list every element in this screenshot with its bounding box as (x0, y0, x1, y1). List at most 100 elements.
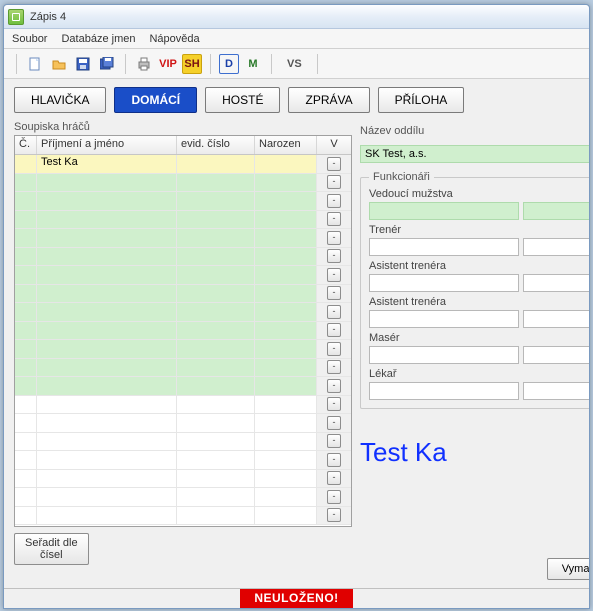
tab-away[interactable]: HOSTÉ (205, 87, 280, 113)
official-row: V (369, 238, 589, 256)
official-name-input[interactable] (369, 274, 519, 292)
table-row[interactable]: Test Ka- (15, 155, 351, 174)
tab-row: HLAVIČKA DOMÁCÍ HOSTÉ ZPRÁVA PŘÍLOHA (4, 79, 589, 121)
table-row[interactable]: - (15, 470, 351, 489)
tab-header[interactable]: HLAVIČKA (14, 87, 106, 113)
table-row[interactable]: - (15, 414, 351, 433)
row-action-button[interactable]: - (327, 212, 341, 226)
delete-button-label: Vymaž D. (562, 563, 589, 575)
official-id-input[interactable] (523, 346, 589, 364)
separator (210, 54, 211, 74)
table-row[interactable]: - (15, 359, 351, 378)
row-action-button[interactable]: - (327, 360, 341, 374)
table-row[interactable]: - (15, 211, 351, 230)
col-v[interactable]: V (317, 136, 351, 154)
menu-file[interactable]: Soubor (12, 33, 47, 45)
row-action-button[interactable]: - (327, 323, 341, 337)
save-copy-icon[interactable] (97, 54, 117, 74)
table-row[interactable]: - (15, 451, 351, 470)
official-label: Trenér (369, 224, 589, 236)
row-action-button[interactable]: - (327, 508, 341, 522)
save-icon[interactable] (73, 54, 93, 74)
official-label: Asistent trenéra (369, 260, 589, 272)
new-icon[interactable] (25, 54, 45, 74)
official-id-input[interactable] (523, 382, 589, 400)
tab-home[interactable]: DOMÁCÍ (114, 87, 197, 113)
table-row[interactable]: - (15, 285, 351, 304)
table-row[interactable]: - (15, 266, 351, 285)
window-title: Zápis 4 (30, 11, 66, 23)
table-row[interactable]: - (15, 507, 351, 526)
roster-header: Č. Příjmení a jméno evid. číslo Narozen … (15, 136, 351, 155)
table-row[interactable]: - (15, 488, 351, 507)
official-row: V (369, 382, 589, 400)
vip-badge-icon[interactable]: VIP (158, 54, 178, 74)
row-action-button[interactable]: - (327, 305, 341, 319)
official-id-input[interactable] (523, 274, 589, 292)
separator (16, 54, 17, 74)
right-column: Název oddílu SK Test, a.s. Funkcionáři V… (360, 121, 589, 584)
row-action-button[interactable]: - (327, 175, 341, 189)
row-action-button[interactable]: - (327, 268, 341, 282)
club-label: Název oddílu (360, 125, 589, 137)
roster-table: Č. Příjmení a jméno evid. číslo Narozen … (14, 135, 352, 527)
delete-button[interactable]: Vymaž D. ↖ (547, 558, 589, 580)
table-row[interactable]: - (15, 396, 351, 415)
official-row: V (369, 310, 589, 328)
table-row[interactable]: - (15, 229, 351, 248)
table-row[interactable]: - (15, 433, 351, 452)
row-action-button[interactable]: - (327, 249, 341, 263)
vs-button[interactable]: VS (280, 54, 309, 74)
official-label: Masér (369, 332, 589, 344)
tab-report[interactable]: ZPRÁVA (288, 87, 369, 113)
col-number[interactable]: Č. (15, 136, 37, 154)
row-action-button[interactable]: - (327, 434, 341, 448)
official-id-input[interactable] (523, 238, 589, 256)
row-action-button[interactable]: - (327, 194, 341, 208)
official-name-input[interactable] (369, 346, 519, 364)
club-name-field[interactable]: SK Test, a.s. (360, 145, 589, 163)
table-row[interactable]: - (15, 192, 351, 211)
table-row[interactable]: - (15, 174, 351, 193)
sh-badge-icon[interactable]: SH (182, 54, 202, 74)
row-action-button[interactable]: - (327, 231, 341, 245)
row-action-button[interactable]: - (327, 342, 341, 356)
table-row[interactable]: - (15, 303, 351, 322)
col-born[interactable]: Narozen (255, 136, 317, 154)
d-button[interactable]: D (219, 54, 239, 74)
official-label: Vedoucí mužstva (369, 188, 589, 200)
official-name-input[interactable] (369, 238, 519, 256)
official-name-input[interactable] (369, 310, 519, 328)
row-action-button[interactable]: - (327, 471, 341, 485)
row-action-button[interactable]: - (327, 379, 341, 393)
official-label: Lékař (369, 368, 589, 380)
table-row[interactable]: - (15, 377, 351, 396)
sort-button[interactable]: Seřadit dlečísel (14, 533, 89, 565)
table-row[interactable]: - (15, 340, 351, 359)
official-id-input[interactable] (523, 310, 589, 328)
menu-help[interactable]: Nápověda (149, 33, 199, 45)
official-name-input[interactable] (369, 382, 519, 400)
print-icon[interactable] (134, 54, 154, 74)
row-action-button[interactable]: - (327, 453, 341, 467)
col-evid[interactable]: evid. číslo (177, 136, 255, 154)
roster-title: Soupiska hráčů (14, 121, 352, 133)
m-button[interactable]: M (243, 54, 263, 74)
table-row[interactable]: - (15, 248, 351, 267)
app-window: Zápis 4 Soubor Databáze jmen Nápověda VI… (3, 4, 590, 609)
row-action-button[interactable]: - (327, 397, 341, 411)
official-row: V (369, 274, 589, 292)
official-name-input[interactable] (369, 202, 519, 220)
col-name[interactable]: Příjmení a jméno (37, 136, 177, 154)
official-id-input[interactable] (523, 202, 589, 220)
app-icon (8, 9, 24, 25)
official-row: V (369, 202, 589, 220)
table-row[interactable]: - (15, 322, 351, 341)
row-action-button[interactable]: - (327, 416, 341, 430)
tab-attachment[interactable]: PŘÍLOHA (378, 87, 465, 113)
open-icon[interactable] (49, 54, 69, 74)
row-action-button[interactable]: - (327, 490, 341, 504)
menu-database[interactable]: Databáze jmen (61, 33, 135, 45)
row-action-button[interactable]: - (327, 286, 341, 300)
row-action-button[interactable]: - (327, 157, 341, 171)
